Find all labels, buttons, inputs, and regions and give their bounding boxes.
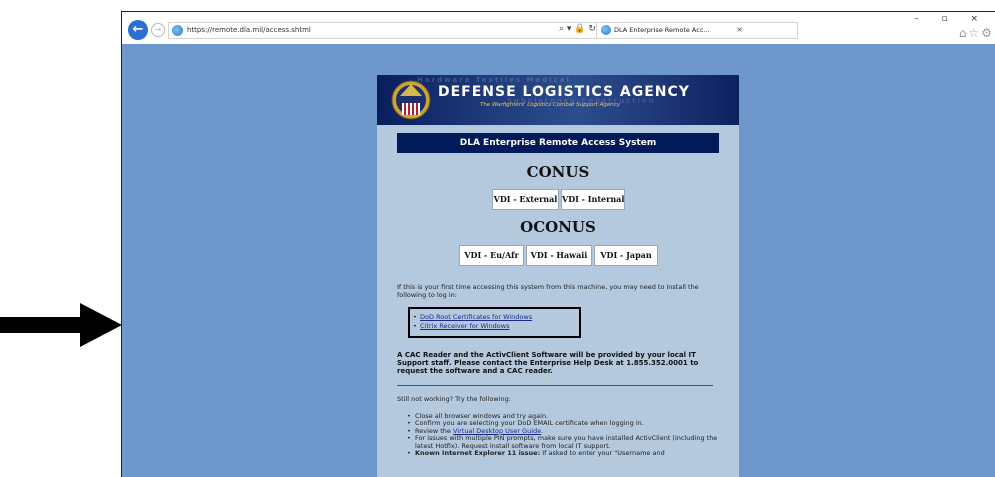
agency-tagline: The Warfighters' Logistics Combat Suppor… — [480, 102, 621, 108]
tip-text: For issues with multiple PIN prompts, ma… — [415, 434, 718, 450]
window-controls[interactable]: – ▫ × — [914, 14, 988, 24]
banner-watermark: Hardware Textiles Medical — [417, 76, 571, 84]
tip-bold-text: Known Internet Explorer 11 issue: — [415, 449, 541, 458]
still-not-working-text: Still not working? Try the following: — [397, 395, 511, 403]
dla-banner: Hardware Textiles Medical Subsistence Co… — [377, 75, 739, 125]
vdi-external-button[interactable]: VDI - External — [492, 189, 559, 210]
back-button[interactable]: ← — [128, 20, 148, 40]
install-links-box: DoD Root Certificates for Windows Citrix… — [408, 307, 581, 338]
list-item: Known Internet Explorer 11 issue: If ask… — [407, 449, 722, 458]
url-text[interactable]: https://remote.dla.mil/access.shtml — [187, 26, 311, 34]
vdi-internal-button[interactable]: VDI - Internal — [561, 189, 625, 210]
page-viewport: Hardware Textiles Medical Subsistence Co… — [122, 44, 995, 477]
dla-seal-icon — [391, 80, 431, 120]
annotation-arrow — [0, 303, 122, 347]
tip-text: If asked to enter your "Username and — [540, 449, 665, 458]
agency-name: DEFENSE LOGISTICS AGENCY — [438, 84, 690, 100]
toolbar-icons[interactable]: ⌂☆⚙ — [959, 26, 994, 40]
tab-title[interactable]: DLA Enterprise Remote Acc... — [614, 26, 710, 34]
content-panel: Hardware Textiles Medical Subsistence Co… — [377, 75, 739, 477]
first-time-text: If this is your first time accessing thi… — [397, 283, 699, 299]
system-title-bar: DLA Enterprise Remote Access System — [397, 133, 719, 153]
tab-favicon-icon — [601, 25, 611, 35]
list-item: For issues with multiple PIN prompts, ma… — [407, 434, 722, 450]
vdi-japan-button[interactable]: VDI - Japan — [594, 245, 658, 266]
conus-heading: CONUS — [526, 163, 590, 181]
oconus-heading: OCONUS — [520, 218, 596, 236]
vdi-eu-afr-button[interactable]: VDI - Eu/Afr — [459, 245, 524, 266]
citrix-receiver-link[interactable]: Citrix Receiver for Windows — [413, 322, 509, 330]
browser-window: ← → https://remote.dla.mil/access.shtml … — [121, 11, 995, 477]
forward-button[interactable]: → — [151, 23, 165, 37]
dod-root-certificates-link[interactable]: DoD Root Certificates for Windows — [413, 313, 532, 321]
vdi-hawaii-button[interactable]: VDI - Hawaii — [526, 245, 592, 266]
troubleshooting-list: Close all browser windows and try again.… — [407, 412, 722, 458]
tab-close-icon[interactable]: × — [736, 25, 743, 34]
divider — [397, 385, 713, 386]
browser-tab[interactable]: DLA Enterprise Remote Acc... × — [596, 23, 746, 38]
address-tools[interactable]: ⌕ ▾ 🔒 ↻ — [559, 24, 596, 34]
browser-chrome: ← → https://remote.dla.mil/access.shtml … — [122, 12, 995, 44]
cac-notice: A CAC Reader and the ActivClient Softwar… — [397, 351, 699, 375]
site-favicon-icon — [172, 25, 183, 36]
address-bar[interactable]: https://remote.dla.mil/access.shtml ⌕ ▾ … — [168, 22, 798, 39]
